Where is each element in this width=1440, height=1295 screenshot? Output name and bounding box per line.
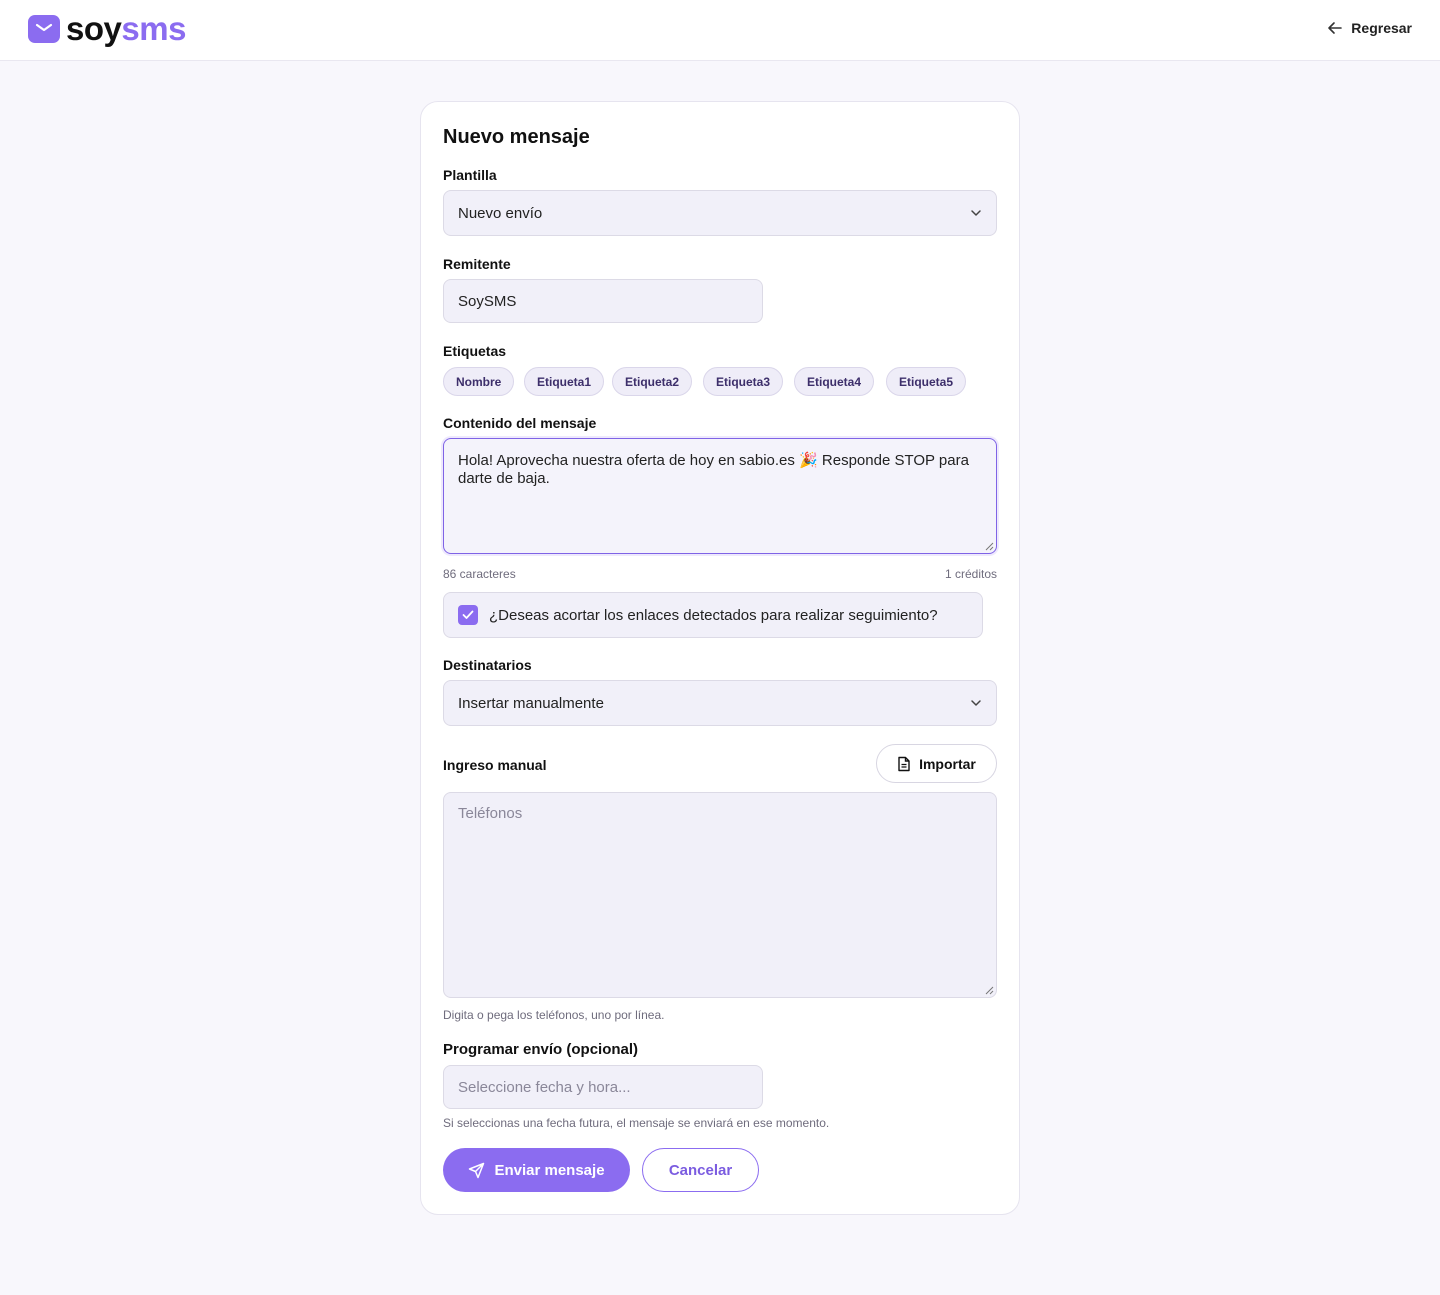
shorten-links-checkbox[interactable]: [458, 605, 478, 625]
import-button[interactable]: Importar: [876, 744, 997, 783]
send-message-button[interactable]: Enviar mensaje: [443, 1148, 630, 1192]
phones-help: Digita o pega los teléfonos, uno por lín…: [443, 1008, 665, 1022]
back-link[interactable]: Regresar: [1327, 20, 1412, 36]
mail-icon: [28, 15, 60, 43]
char-count: 86 caracteres: [443, 567, 516, 581]
tag-chip-etiqueta2[interactable]: Etiqueta2: [612, 367, 693, 396]
phones-textarea[interactable]: Teléfonos: [443, 792, 997, 998]
credits-count: 1 créditos: [944, 567, 997, 581]
tags-label: Etiquetas: [443, 343, 507, 359]
logo[interactable]: soysms: [28, 12, 186, 46]
recipients-value: Insertar manualmente: [458, 694, 604, 712]
template-label: Plantilla: [443, 167, 497, 183]
message-textarea[interactable]: Hola! Aprovecha nuestra oferta de hoy en…: [443, 438, 997, 554]
arrow-left-icon: [1328, 22, 1343, 34]
file-icon: [898, 756, 910, 771]
chevron-down-icon: [971, 210, 981, 216]
tag-chip-nombre[interactable]: Nombre: [443, 367, 515, 396]
tag-chip-etiqueta1[interactable]: Etiqueta1: [524, 367, 605, 396]
send-label: Enviar mensaje: [494, 1161, 605, 1179]
schedule-placeholder: Seleccione fecha y hora...: [458, 1078, 631, 1096]
schedule-input[interactable]: Seleccione fecha y hora...: [443, 1065, 763, 1109]
resize-handle-icon[interactable]: [985, 986, 994, 995]
import-label: Importar: [919, 755, 976, 772]
tag-chip-etiqueta5[interactable]: Etiqueta5: [886, 367, 967, 396]
recipients-select[interactable]: Insertar manualmente: [443, 680, 997, 726]
back-label: Regresar: [1351, 20, 1412, 36]
message-label: Contenido del mensaje: [443, 415, 597, 431]
tag-chip-etiqueta3[interactable]: Etiqueta3: [703, 367, 784, 396]
shorten-links-label: ¿Deseas acortar los enlaces detectados p…: [489, 606, 938, 624]
page-title: Nuevo mensaje: [443, 126, 590, 148]
schedule-label: Programar envío (opcional): [443, 1041, 639, 1058]
tag-chip-etiqueta4[interactable]: Etiqueta4: [794, 367, 875, 396]
manual-entry-label: Ingreso manual: [443, 757, 547, 773]
message-text: Hola! Aprovecha nuestra oferta de hoy en…: [458, 452, 969, 487]
top-bar: soysms Regresar: [0, 0, 1440, 61]
shorten-links-option[interactable]: ¿Deseas acortar los enlaces detectados p…: [443, 592, 983, 638]
schedule-help: Si seleccionas una fecha futura, el mens…: [443, 1116, 830, 1130]
sender-input[interactable]: SoySMS: [443, 279, 763, 323]
new-message-card: Nuevo mensaje Plantilla Nuevo envío Remi…: [420, 101, 1020, 1215]
check-icon: [462, 610, 474, 619]
phones-placeholder: Teléfonos: [458, 805, 523, 822]
cancel-button[interactable]: Cancelar: [642, 1148, 759, 1192]
template-select[interactable]: Nuevo envío: [443, 190, 997, 236]
template-value: Nuevo envío: [458, 204, 543, 222]
chevron-down-icon: [971, 700, 981, 706]
sender-value: SoySMS: [458, 292, 517, 310]
sender-label: Remitente: [443, 256, 511, 272]
recipients-label: Destinatarios: [443, 657, 532, 673]
send-icon: [469, 1162, 485, 1178]
resize-handle-icon[interactable]: [985, 542, 994, 551]
logo-text: soysms: [66, 10, 186, 47]
